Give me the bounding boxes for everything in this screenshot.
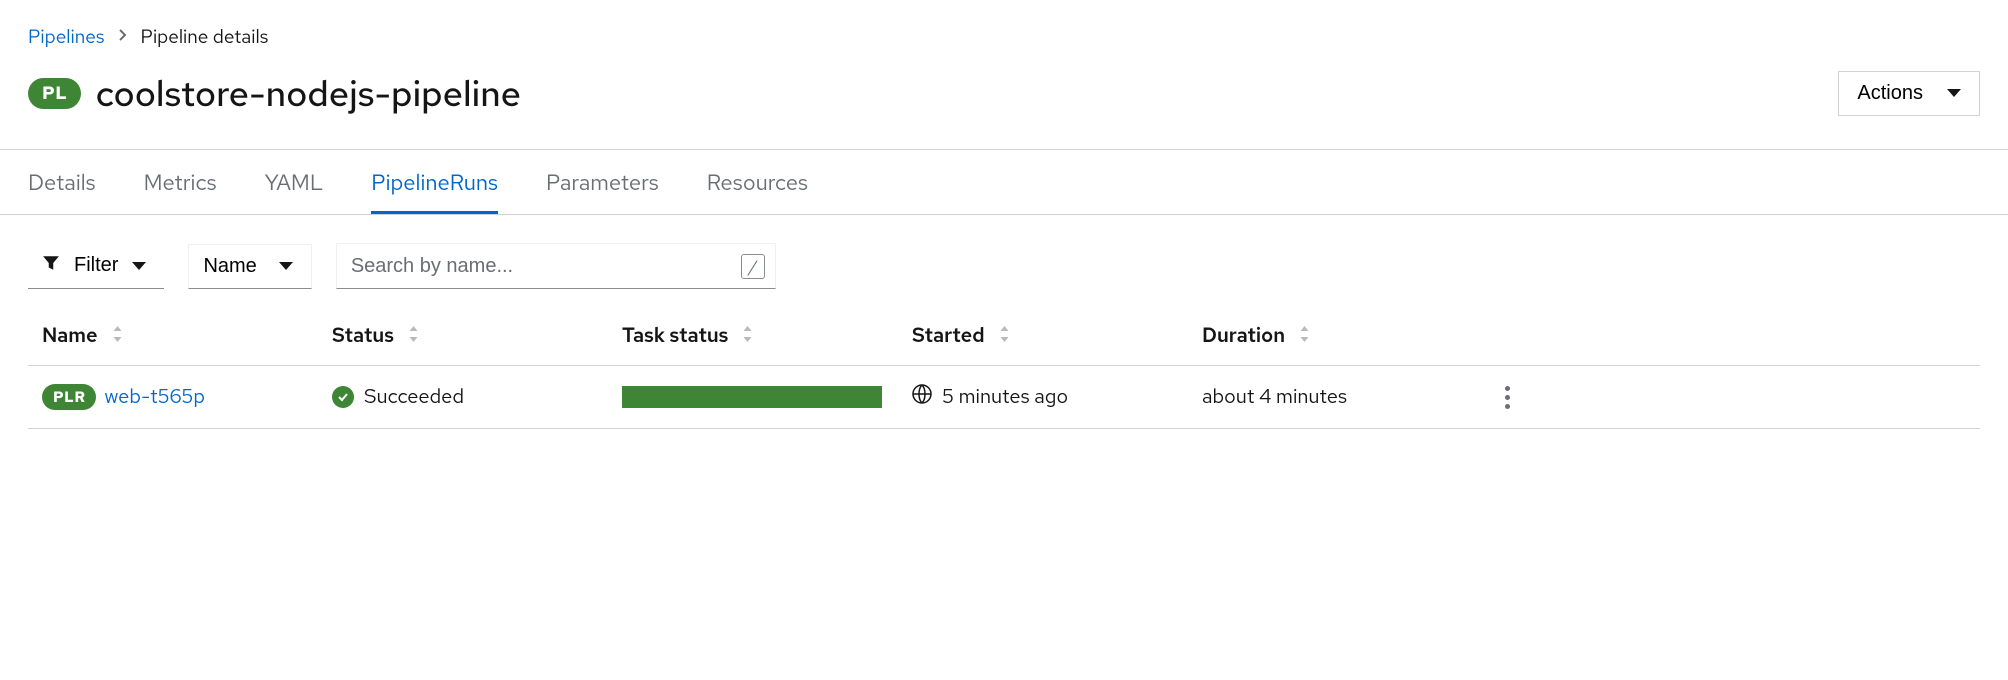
table-header: Name Status Task status Started Duration bbox=[28, 307, 1980, 366]
globe-icon bbox=[912, 384, 932, 411]
column-started[interactable]: Started bbox=[912, 323, 1202, 349]
sort-icon bbox=[1299, 323, 1310, 349]
column-task-status[interactable]: Task status bbox=[622, 323, 912, 349]
pipelineruns-table: Name Status Task status Started Duration… bbox=[0, 307, 2008, 429]
actions-button[interactable]: Actions bbox=[1838, 71, 1980, 116]
caret-down-icon bbox=[279, 262, 293, 270]
breadcrumb-parent-link[interactable]: Pipelines bbox=[28, 24, 105, 49]
task-status-cell bbox=[622, 386, 912, 408]
run-name-cell: PLR web-t565p bbox=[42, 384, 332, 410]
sort-icon bbox=[112, 323, 123, 349]
tab-parameters[interactable]: Parameters bbox=[546, 150, 659, 214]
tab-metrics[interactable]: Metrics bbox=[144, 150, 217, 214]
name-selector-label: Name bbox=[203, 255, 256, 278]
started-text: 5 minutes ago bbox=[942, 384, 1068, 410]
pipeline-badge: PL bbox=[28, 78, 81, 109]
actions-label: Actions bbox=[1857, 82, 1923, 105]
filter-icon bbox=[42, 254, 60, 278]
keyboard-shortcut-hint: / bbox=[741, 254, 764, 279]
sort-icon bbox=[408, 323, 419, 349]
page-title: coolstore-nodejs-pipeline bbox=[95, 69, 521, 117]
breadcrumb: Pipelines Pipeline details bbox=[28, 24, 1980, 49]
breadcrumb-current: Pipeline details bbox=[141, 24, 269, 49]
status-text: Succeeded bbox=[364, 384, 464, 410]
caret-down-icon bbox=[1947, 89, 1961, 97]
column-status[interactable]: Status bbox=[332, 323, 622, 349]
started-cell: 5 minutes ago bbox=[912, 384, 1202, 411]
kebab-menu-button[interactable] bbox=[1492, 382, 1522, 412]
filter-button[interactable]: Filter bbox=[28, 244, 164, 289]
tab-resources[interactable]: Resources bbox=[707, 150, 808, 214]
chevron-right-icon bbox=[119, 28, 127, 46]
toolbar: Filter Name / bbox=[0, 215, 2008, 307]
duration-cell: about 4 minutes bbox=[1202, 384, 1492, 410]
sort-icon bbox=[742, 323, 753, 349]
caret-down-icon bbox=[132, 262, 146, 270]
search-input[interactable] bbox=[351, 255, 742, 278]
sort-icon bbox=[999, 323, 1010, 349]
table-row: PLR web-t565p Succeeded 5 minutes ago ab… bbox=[28, 366, 1980, 429]
tab-details[interactable]: Details bbox=[28, 150, 96, 214]
tab-yaml[interactable]: YAML bbox=[265, 150, 324, 214]
filter-label: Filter bbox=[74, 254, 118, 277]
run-name-link[interactable]: web-t565p bbox=[104, 384, 205, 410]
tab-pipelineruns[interactable]: PipelineRuns bbox=[371, 150, 498, 214]
name-selector[interactable]: Name bbox=[188, 244, 311, 289]
pipelinerun-badge: PLR bbox=[42, 384, 96, 410]
column-name[interactable]: Name bbox=[42, 323, 332, 349]
status-cell: Succeeded bbox=[332, 384, 622, 410]
tabs: Details Metrics YAML PipelineRuns Parame… bbox=[0, 149, 2008, 215]
search-wrap: / bbox=[336, 243, 776, 289]
task-status-bar bbox=[622, 386, 882, 408]
column-duration[interactable]: Duration bbox=[1202, 323, 1492, 349]
success-check-icon bbox=[332, 386, 354, 408]
